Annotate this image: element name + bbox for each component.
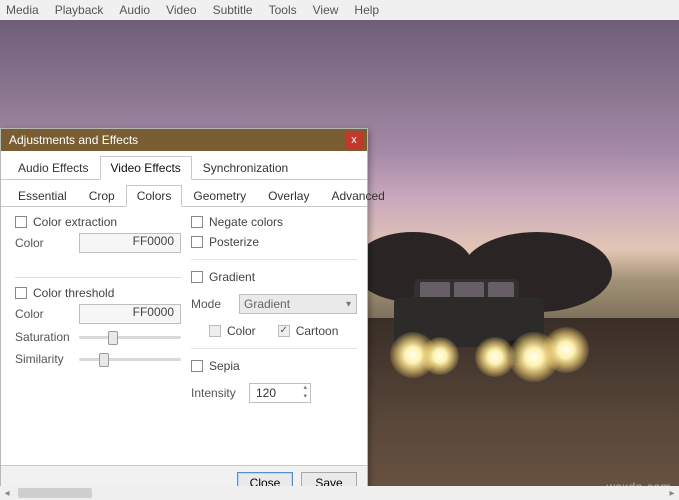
gradient-color-checkbox[interactable] bbox=[209, 325, 221, 337]
menu-playback[interactable]: Playback bbox=[55, 3, 104, 17]
subtab-crop[interactable]: Crop bbox=[78, 185, 126, 207]
similarity-label: Similarity bbox=[15, 352, 71, 366]
menu-media[interactable]: Media bbox=[6, 3, 39, 17]
saturation-label: Saturation bbox=[15, 330, 71, 344]
tab-video-effects[interactable]: Video Effects bbox=[100, 156, 192, 180]
dialog-titlebar[interactable]: Adjustments and Effects x bbox=[1, 129, 367, 151]
menu-help[interactable]: Help bbox=[354, 3, 379, 17]
dialog-title: Adjustments and Effects bbox=[9, 133, 345, 147]
subtab-overlay[interactable]: Overlay bbox=[257, 185, 320, 207]
scrollbar-thumb[interactable] bbox=[18, 488, 92, 498]
gradient-cartoon-checkbox[interactable] bbox=[278, 325, 290, 337]
intensity-label: Intensity bbox=[191, 386, 241, 400]
gradient-checkbox[interactable] bbox=[191, 271, 203, 283]
colors-panel: Color extraction Color FF0000 Color thre… bbox=[1, 207, 367, 465]
dialog-tabs: Audio Effects Video Effects Synchronizat… bbox=[1, 151, 367, 180]
posterize-label: Posterize bbox=[209, 235, 259, 249]
subtab-geometry[interactable]: Geometry bbox=[182, 185, 257, 207]
menu-view[interactable]: View bbox=[313, 3, 339, 17]
menu-tools[interactable]: Tools bbox=[269, 3, 297, 17]
close-icon[interactable]: x bbox=[345, 131, 363, 149]
extraction-color-input[interactable]: FF0000 bbox=[79, 233, 181, 253]
sepia-label: Sepia bbox=[209, 359, 240, 373]
subtab-essential[interactable]: Essential bbox=[7, 185, 78, 207]
menu-video[interactable]: Video bbox=[166, 3, 196, 17]
scroll-left-icon[interactable]: ◂ bbox=[0, 486, 14, 500]
scene-headlight bbox=[421, 337, 459, 375]
scroll-right-icon[interactable]: ▸ bbox=[665, 486, 679, 500]
posterize-checkbox[interactable] bbox=[191, 236, 203, 248]
menu-audio[interactable]: Audio bbox=[119, 3, 150, 17]
menu-subtitle[interactable]: Subtitle bbox=[213, 3, 253, 17]
saturation-slider[interactable] bbox=[79, 328, 181, 346]
gradient-label: Gradient bbox=[209, 270, 255, 284]
tab-synchronization[interactable]: Synchronization bbox=[192, 156, 299, 180]
color-extraction-checkbox[interactable] bbox=[15, 216, 27, 228]
color-threshold-checkbox[interactable] bbox=[15, 287, 27, 299]
threshold-color-label: Color bbox=[15, 307, 71, 321]
sepia-checkbox[interactable] bbox=[191, 360, 203, 372]
gradient-color-label: Color bbox=[227, 324, 256, 338]
gradient-cartoon-label: Cartoon bbox=[296, 324, 339, 338]
similarity-slider[interactable] bbox=[79, 350, 181, 368]
color-extraction-label: Color extraction bbox=[33, 215, 117, 229]
negate-colors-checkbox[interactable] bbox=[191, 216, 203, 228]
color-threshold-label: Color threshold bbox=[33, 286, 114, 300]
app-menubar: Media Playback Audio Video Subtitle Tool… bbox=[0, 0, 679, 20]
subtab-colors[interactable]: Colors bbox=[126, 185, 183, 207]
negate-colors-label: Negate colors bbox=[209, 215, 283, 229]
gradient-mode-label: Mode bbox=[191, 297, 231, 311]
gradient-mode-select[interactable]: Gradient bbox=[239, 294, 357, 314]
threshold-color-input[interactable]: FF0000 bbox=[79, 304, 181, 324]
subtab-advanced[interactable]: Advanced bbox=[320, 185, 395, 207]
video-effects-subtabs: Essential Crop Colors Geometry Overlay A… bbox=[1, 180, 367, 207]
intensity-spinner[interactable]: 120 bbox=[249, 383, 311, 403]
adjustments-effects-dialog: Adjustments and Effects x Audio Effects … bbox=[0, 128, 368, 500]
tab-audio-effects[interactable]: Audio Effects bbox=[7, 156, 100, 180]
extraction-color-label: Color bbox=[15, 236, 71, 250]
video-viewport[interactable]: wsxdn.com Adjustments and Effects x Audi… bbox=[0, 20, 679, 500]
horizontal-scrollbar[interactable]: ◂ ▸ bbox=[0, 486, 679, 500]
